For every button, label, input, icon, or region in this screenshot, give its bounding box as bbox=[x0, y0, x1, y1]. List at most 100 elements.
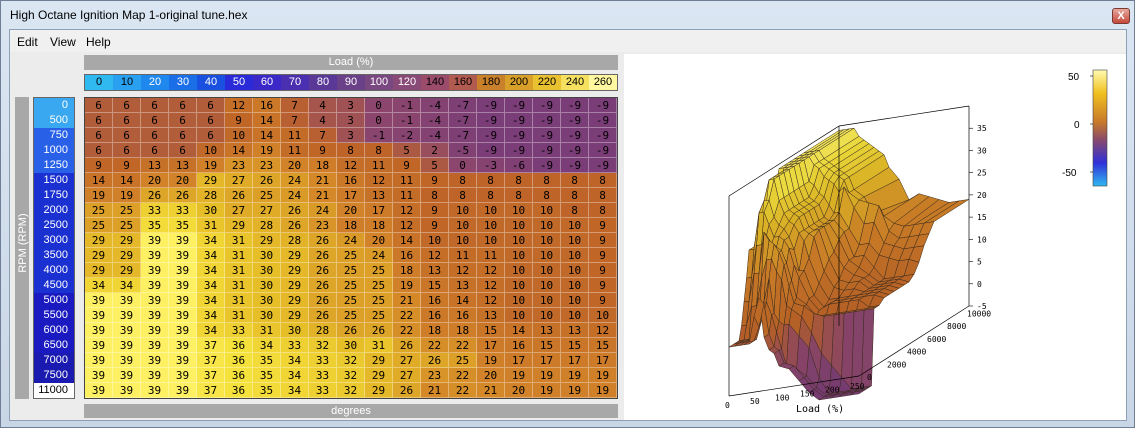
table-cell[interactable]: 35 bbox=[169, 218, 197, 233]
rpm-axis-value[interactable]: 4500 bbox=[34, 278, 74, 293]
table-cell[interactable]: -9 bbox=[477, 128, 505, 143]
table-cell[interactable]: 21 bbox=[309, 188, 337, 203]
table-cell[interactable]: 20 bbox=[477, 368, 505, 383]
table-cell[interactable]: 34 bbox=[197, 248, 225, 263]
table-cell[interactable]: 29 bbox=[113, 248, 141, 263]
table-cell[interactable]: 19 bbox=[589, 383, 617, 398]
table-cell[interactable]: 39 bbox=[113, 293, 141, 308]
table-cell[interactable]: 31 bbox=[225, 233, 253, 248]
table-cell[interactable]: 10 bbox=[449, 218, 477, 233]
table-cell[interactable]: 12 bbox=[449, 263, 477, 278]
table-cell[interactable]: 26 bbox=[365, 323, 393, 338]
table-cell[interactable]: 37 bbox=[197, 368, 225, 383]
table-cell[interactable]: 10 bbox=[561, 233, 589, 248]
table-cell[interactable]: 26 bbox=[281, 218, 309, 233]
table-cell[interactable]: 25 bbox=[253, 188, 281, 203]
rpm-axis-value[interactable]: 3000 bbox=[34, 233, 74, 248]
table-cell[interactable]: 15 bbox=[561, 338, 589, 353]
table-cell[interactable]: 14 bbox=[449, 293, 477, 308]
table-cell[interactable]: 25 bbox=[449, 353, 477, 368]
table-cell[interactable]: 10 bbox=[477, 218, 505, 233]
table-cell[interactable]: 6 bbox=[197, 113, 225, 128]
table-cell[interactable]: 29 bbox=[281, 248, 309, 263]
rpm-axis-value[interactable]: 1750 bbox=[34, 188, 74, 203]
table-cell[interactable]: -9 bbox=[561, 113, 589, 128]
table-cell[interactable]: 19 bbox=[561, 383, 589, 398]
table-cell[interactable]: 23 bbox=[253, 158, 281, 173]
table-cell[interactable]: 8 bbox=[589, 173, 617, 188]
table-cell[interactable]: 13 bbox=[365, 188, 393, 203]
table-cell[interactable]: -7 bbox=[449, 113, 477, 128]
table-cell[interactable]: 21 bbox=[393, 293, 421, 308]
table-cell[interactable]: 39 bbox=[141, 248, 169, 263]
table-cell[interactable]: 3 bbox=[337, 113, 365, 128]
table-cell[interactable]: 6 bbox=[113, 98, 141, 113]
table-cell[interactable]: 14 bbox=[253, 128, 281, 143]
table-cell[interactable]: 31 bbox=[253, 323, 281, 338]
table-cell[interactable]: 29 bbox=[197, 173, 225, 188]
table-cell[interactable]: 20 bbox=[365, 233, 393, 248]
table-cell[interactable]: 6 bbox=[141, 128, 169, 143]
table-cell[interactable]: 39 bbox=[85, 323, 113, 338]
table-cell[interactable]: 8 bbox=[505, 173, 533, 188]
table-cell[interactable]: 29 bbox=[113, 263, 141, 278]
table-cell[interactable]: -9 bbox=[533, 158, 561, 173]
table-cell[interactable]: 30 bbox=[253, 263, 281, 278]
table-cell[interactable]: 32 bbox=[309, 338, 337, 353]
table-cell[interactable]: 34 bbox=[197, 293, 225, 308]
table-cell[interactable]: 39 bbox=[169, 233, 197, 248]
table-cell[interactable]: 8 bbox=[589, 188, 617, 203]
table-cell[interactable]: 26 bbox=[309, 308, 337, 323]
table-cell[interactable]: 15 bbox=[421, 278, 449, 293]
table-cell[interactable]: 26 bbox=[421, 353, 449, 368]
rpm-axis-value[interactable]: 6500 bbox=[34, 338, 74, 353]
close-button[interactable]: X bbox=[1112, 8, 1130, 24]
table-cell[interactable]: 19 bbox=[85, 188, 113, 203]
table-cell[interactable]: -5 bbox=[449, 143, 477, 158]
table-cell[interactable]: 6 bbox=[85, 98, 113, 113]
table-cell[interactable]: 10 bbox=[561, 248, 589, 263]
table-cell[interactable]: 8 bbox=[505, 188, 533, 203]
table-cell[interactable]: 13 bbox=[169, 158, 197, 173]
table-cell[interactable]: 6 bbox=[113, 113, 141, 128]
table-cell[interactable]: 6 bbox=[141, 98, 169, 113]
table-cell[interactable]: 19 bbox=[113, 188, 141, 203]
table-cell[interactable]: 22 bbox=[449, 383, 477, 398]
table-cell[interactable]: 32 bbox=[337, 383, 365, 398]
table-cell[interactable]: 23 bbox=[309, 218, 337, 233]
table-cell[interactable]: 9 bbox=[421, 203, 449, 218]
load-axis-value[interactable]: 160 bbox=[449, 75, 477, 90]
table-cell[interactable]: 8 bbox=[477, 173, 505, 188]
table-cell[interactable]: 6 bbox=[113, 128, 141, 143]
table-cell[interactable]: 28 bbox=[281, 233, 309, 248]
table-cell[interactable]: 12 bbox=[393, 218, 421, 233]
table-cell[interactable]: 39 bbox=[85, 293, 113, 308]
table-cell[interactable]: 10 bbox=[197, 143, 225, 158]
table-cell[interactable]: 39 bbox=[141, 353, 169, 368]
table-cell[interactable]: 26 bbox=[169, 188, 197, 203]
table-cell[interactable]: 16 bbox=[505, 338, 533, 353]
table-cell[interactable]: 39 bbox=[141, 308, 169, 323]
load-axis-value[interactable]: 220 bbox=[533, 75, 561, 90]
table-cell[interactable]: 29 bbox=[281, 263, 309, 278]
table-cell[interactable]: 10 bbox=[589, 308, 617, 323]
table-cell[interactable]: 9 bbox=[85, 158, 113, 173]
table-cell[interactable]: 11 bbox=[281, 143, 309, 158]
table-cell[interactable]: -9 bbox=[477, 98, 505, 113]
table-cell[interactable]: 29 bbox=[85, 263, 113, 278]
table-cell[interactable]: 33 bbox=[281, 338, 309, 353]
table-cell[interactable]: 25 bbox=[337, 308, 365, 323]
table-cell[interactable]: 9 bbox=[309, 143, 337, 158]
table-cell[interactable]: 31 bbox=[225, 278, 253, 293]
table-cell[interactable]: 9 bbox=[421, 218, 449, 233]
table-cell[interactable]: 18 bbox=[365, 218, 393, 233]
table-cell[interactable]: 30 bbox=[197, 203, 225, 218]
table-cell[interactable]: 10 bbox=[533, 248, 561, 263]
table-cell[interactable]: 25 bbox=[337, 278, 365, 293]
table-cell[interactable]: 9 bbox=[589, 248, 617, 263]
table-cell[interactable]: 8 bbox=[533, 188, 561, 203]
table-cell[interactable]: 21 bbox=[421, 383, 449, 398]
table-cell[interactable]: 33 bbox=[309, 353, 337, 368]
rpm-axis-value[interactable]: 2500 bbox=[34, 218, 74, 233]
load-axis-value[interactable]: 260 bbox=[589, 75, 617, 90]
